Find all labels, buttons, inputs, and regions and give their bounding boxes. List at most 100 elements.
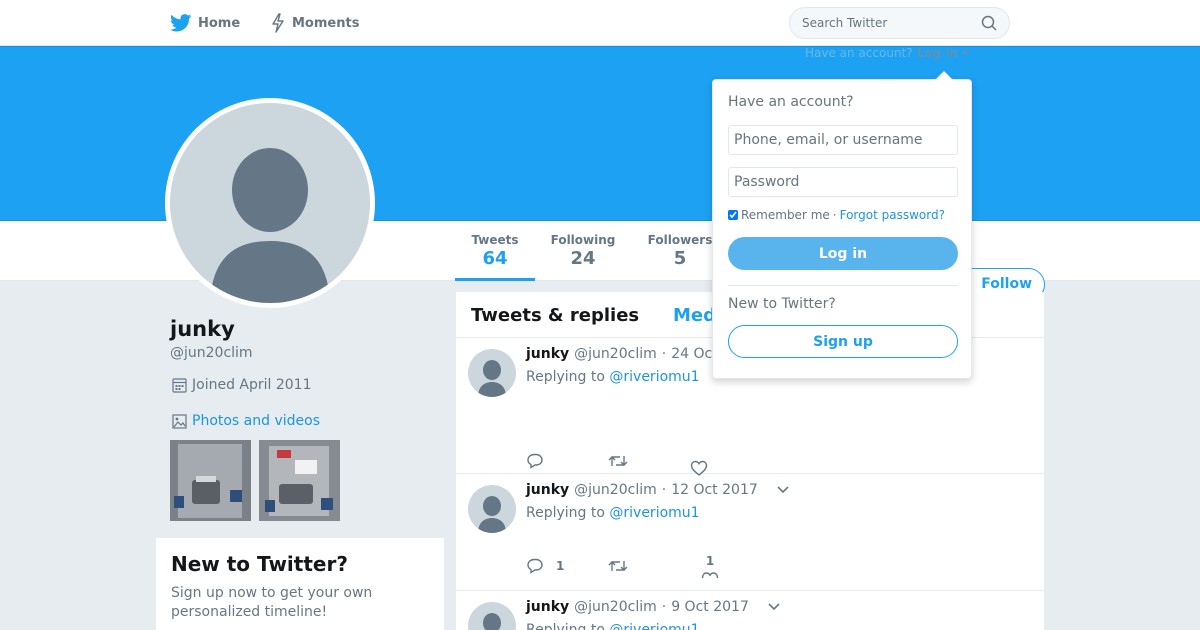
- new-card-title: New to Twitter?: [171, 552, 348, 576]
- chevron-down-icon[interactable]: [768, 603, 780, 611]
- tweet-replying-to: Replying to @riveriomu1: [526, 369, 700, 385]
- tweet-author-handle[interactable]: @jun20clim: [574, 482, 657, 498]
- signup-button[interactable]: Sign up: [728, 325, 958, 358]
- username-field[interactable]: [728, 125, 958, 155]
- new-card-text: Sign up now to get your own personalized…: [171, 585, 373, 620]
- calendar-icon: [172, 378, 187, 393]
- reply-icon: [527, 558, 543, 574]
- tweet-author-name[interactable]: junky: [526, 599, 569, 615]
- stat-tweets-label: Tweets: [471, 233, 519, 247]
- caret-down-icon: [961, 50, 969, 56]
- profile-avatar[interactable]: [165, 98, 375, 308]
- stat-followers-value: 5: [673, 248, 687, 269]
- remember-label[interactable]: Remember me: [741, 208, 830, 222]
- like-action[interactable]: 1: [690, 554, 730, 578]
- nav-home[interactable]: Home: [170, 0, 240, 46]
- profile-handle: @jun20clim: [170, 345, 253, 361]
- tweet-time[interactable]: 24 Oct: [671, 346, 717, 362]
- joined-date: Joined April 2011: [172, 377, 312, 393]
- reply-count: 1: [556, 559, 565, 573]
- login-question: Have an account?: [728, 94, 854, 110]
- tweet-header: junky @jun20clim · 24 Oct: [526, 346, 718, 362]
- search-input[interactable]: [802, 16, 981, 30]
- stat-followers-label: Followers: [647, 233, 713, 247]
- reply-icon: [527, 453, 543, 469]
- reply-action[interactable]: 1: [526, 558, 608, 574]
- tab-tweets-replies[interactable]: Tweets & replies: [471, 305, 639, 326]
- tweet-dot: ·: [661, 482, 667, 498]
- retweet-icon: [608, 456, 628, 466]
- login-dropdown: Have an account? Remember me · Forgot pa…: [712, 71, 972, 379]
- tweet-avatar[interactable]: [468, 349, 516, 397]
- remember-checkbox[interactable]: [728, 210, 738, 220]
- twitter-bird-icon: [170, 14, 192, 32]
- like-heart-icon: [701, 572, 719, 578]
- media-thumbnail-image: [170, 440, 251, 521]
- have-account-text: Have an account?: [805, 46, 913, 60]
- stat-following[interactable]: Following 24: [545, 233, 621, 269]
- login-link[interactable]: Log in: [917, 46, 958, 60]
- forgot-password-link[interactable]: Forgot password?: [840, 208, 945, 222]
- tweet[interactable]: junky @jun20clim · 12 Oct 2017 Replying …: [456, 474, 1044, 591]
- remember-separator: ·: [832, 208, 837, 222]
- profile-name: junky: [170, 317, 235, 341]
- tweet[interactable]: junky @jun20clim · 9 Oct 2017 Replying t…: [456, 591, 1044, 630]
- tweet-dot: ·: [661, 599, 667, 615]
- photos-videos-label: Photos and videos: [192, 413, 321, 429]
- nav-moments-label: Moments: [292, 15, 360, 31]
- tweet-actions: [526, 446, 730, 476]
- new-to-twitter-card: New to Twitter? Sign up now to get your …: [156, 538, 444, 630]
- tweet-dot: ·: [661, 346, 667, 362]
- default-avatar-icon: [210, 148, 330, 303]
- login-button[interactable]: Log in: [728, 237, 958, 270]
- stat-following-label: Following: [550, 233, 616, 247]
- default-avatar-icon: [483, 613, 501, 630]
- tweet-time[interactable]: 9 Oct 2017: [671, 599, 749, 615]
- retweet-action[interactable]: [608, 454, 690, 468]
- login-hint: Have an account? Log in: [805, 46, 969, 60]
- stat-following-value: 24: [570, 248, 596, 269]
- password-field[interactable]: [728, 167, 958, 197]
- default-avatar-icon: [478, 496, 506, 533]
- replying-prefix: Replying to: [526, 622, 605, 630]
- tweet-avatar[interactable]: [468, 485, 516, 533]
- media-thumbnail[interactable]: [259, 440, 340, 521]
- media-thumbnail[interactable]: [170, 440, 251, 521]
- replying-to-link[interactable]: @riveriomu1: [609, 505, 699, 521]
- like-count: 1: [705, 554, 715, 568]
- nav-home-label: Home: [198, 15, 241, 31]
- new-to-twitter-text: New to Twitter?: [728, 296, 836, 312]
- reply-action[interactable]: [526, 453, 608, 469]
- image-icon: [172, 413, 187, 429]
- media-thumbnail-image: [259, 440, 340, 521]
- tweet-time[interactable]: 12 Oct 2017: [671, 482, 758, 498]
- tweet-header: junky @jun20clim · 9 Oct 2017: [526, 599, 780, 615]
- replying-prefix: Replying to: [526, 505, 605, 521]
- replying-to-link[interactable]: @riveriomu1: [609, 622, 699, 630]
- joined-text: Joined April 2011: [192, 377, 312, 393]
- retweet-icon: [608, 561, 628, 571]
- replying-to-link[interactable]: @riveriomu1: [609, 369, 699, 385]
- tweet-author-name[interactable]: junky: [526, 482, 569, 498]
- tweet-replying-to: Replying to @riveriomu1: [526, 622, 700, 630]
- top-navigation: Home Moments: [0, 0, 1200, 46]
- tweet-author-handle[interactable]: @jun20clim: [574, 346, 657, 362]
- tweet-author-handle[interactable]: @jun20clim: [574, 599, 657, 615]
- stat-followers[interactable]: Followers 5: [645, 233, 715, 269]
- search-icon[interactable]: [981, 15, 997, 31]
- nav-moments[interactable]: Moments: [270, 0, 359, 46]
- tweet-header: junky @jun20clim · 12 Oct 2017: [526, 482, 789, 498]
- tweet-avatar[interactable]: [468, 602, 516, 630]
- tweet-actions: 1 1: [526, 554, 730, 578]
- divider: [728, 285, 958, 286]
- moments-lightning-icon: [272, 13, 284, 33]
- chevron-down-icon[interactable]: [777, 486, 789, 494]
- stat-tweets[interactable]: Tweets 64: [455, 233, 535, 281]
- tweet-author-name[interactable]: junky: [526, 346, 569, 362]
- photos-videos-link[interactable]: Photos and videos: [172, 413, 320, 429]
- retweet-action[interactable]: [608, 559, 690, 573]
- like-action[interactable]: [690, 446, 730, 476]
- stat-tweets-value: 64: [482, 248, 508, 269]
- remember-row: Remember me · Forgot password?: [728, 208, 945, 222]
- tweet-replying-to: Replying to @riveriomu1: [526, 505, 700, 521]
